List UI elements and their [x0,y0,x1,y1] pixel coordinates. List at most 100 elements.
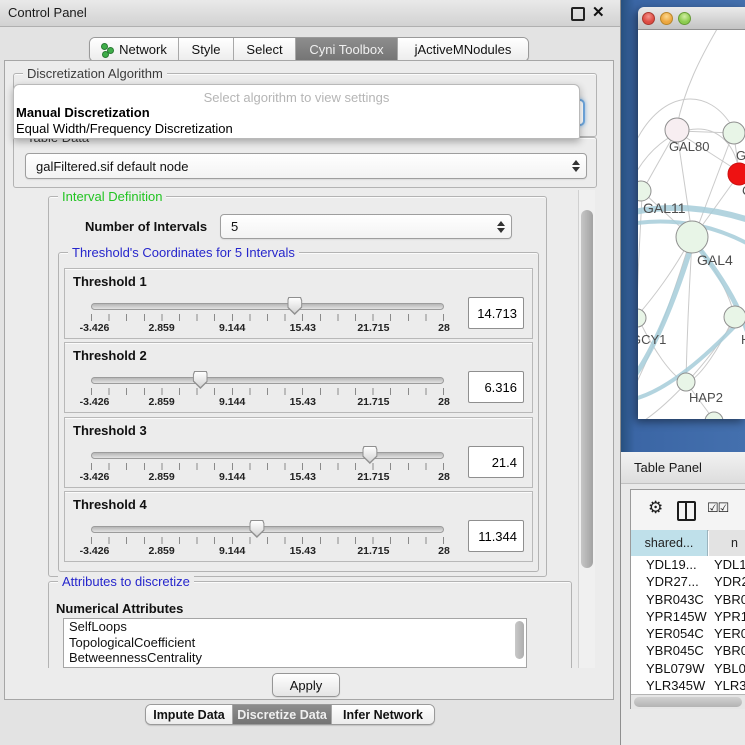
right-pane: GAL80 GA C GAL11 GAL4 GCY1 H HAP2 Table … [620,0,745,745]
control-panel-titlebar: Control Panel ✕ [0,0,620,27]
table-horizontal-scrollbar[interactable] [631,694,745,709]
algorithm-dropdown-popup: Select algorithm to view settings Manual… [13,84,580,139]
column-header-shared-name[interactable]: shared... [631,530,708,556]
gear-icon[interactable]: ⚙ [648,498,663,518]
number-of-intervals-value: 5 [231,219,238,234]
table-row[interactable]: YPR145WYPR1 [631,608,745,625]
threshold-4-box: Threshold 4 -3.4262.8599.14415.4321.7152… [64,491,533,562]
numerical-attributes-list[interactable]: SelfLoops TopologicalCoefficient Between… [63,618,527,668]
table-toolbar: ⚙ ☑☑ [631,490,745,531]
control-panel-window: Control Panel ✕ Network Style Select Cyn… [0,0,620,745]
slider-axis: -3.4262.8599.14415.4321.71528 [91,322,444,333]
node-label-gal11: GAL11 [643,200,686,216]
threshold-4-value-field[interactable]: 11.344 [468,520,524,552]
table-row[interactable]: YLR345WYLR3 [631,677,745,694]
table-row[interactable]: YBR043CYBR0 [631,591,745,608]
node-gal4 [676,221,708,253]
node-label-gal4: GAL4 [697,252,733,268]
column-header-name[interactable]: n [709,530,745,556]
table-data-group: Table Data galFiltered.sif default node [13,137,597,188]
table-row[interactable]: YBL079WYBL0 [631,660,745,677]
table-panel: Table Panel ⚙ ☑☑ shared... n YDL19...YDL… [621,452,745,745]
panel-scrollbar-thumb[interactable] [581,210,593,568]
node-gcy1 [638,309,646,327]
node-label-hap2: HAP2 [689,390,723,405]
table-data-value: galFiltered.sif default node [36,159,188,174]
menu-item-manual-discretization[interactable]: Manual Discretization [16,105,150,120]
tab-jactivemnodules[interactable]: jActiveMNodules [398,38,528,61]
tab-infer-network[interactable]: Infer Network [332,705,434,724]
tab-impute-data[interactable]: Impute Data [146,705,233,724]
list-item[interactable]: SelfLoops [64,619,526,635]
tab-select[interactable]: Select [234,38,296,61]
discretization-algorithm-group-title: Discretization Algorithm [23,66,167,81]
slider-thumb[interactable] [193,371,208,389]
table-panel-title: Table Panel [634,460,702,475]
tab-cyni-toolbox[interactable]: Cyni Toolbox [296,38,398,61]
thresholds-group-title: Threshold's Coordinates for 5 Intervals [68,245,299,260]
close-icon[interactable]: ✕ [592,3,605,21]
close-traffic-light-icon[interactable] [642,12,655,25]
network-graph: GAL80 GA C GAL11 GAL4 GCY1 H HAP2 [638,30,745,419]
number-of-intervals-combobox[interactable]: 5 [220,214,512,239]
threshold-2-box: Threshold 2 -3.4262.8599.14415.4321.7152… [64,342,533,413]
node-label-gal80: GAL80 [669,139,709,154]
threshold-1-value-field[interactable]: 14.713 [468,297,524,329]
threshold-3-slider[interactable]: -3.4262.8599.14415.4321.71528 [91,448,444,482]
threshold-2-value-field[interactable]: 6.316 [468,371,524,403]
spinner-icon [572,160,580,172]
table-row[interactable]: YER054CYER0 [631,625,745,642]
slider-axis: -3.4262.8599.14415.4321.71528 [91,471,444,482]
menu-item-equal-width-frequency[interactable]: Equal Width/Frequency Discretization [16,121,233,136]
table-header-row: shared... n [631,530,745,557]
attributes-group-title: Attributes to discretize [58,574,194,589]
node-red [728,163,745,185]
list-scrollbar[interactable] [515,621,524,659]
number-of-intervals-label: Number of Intervals [85,219,207,234]
node-hap2 [677,373,695,391]
threshold-2-slider[interactable]: -3.4262.8599.14415.4321.71528 [91,373,444,407]
float-window-icon[interactable] [571,7,585,21]
table-data-combobox[interactable]: galFiltered.sif default node [25,153,587,179]
select-columns-icon[interactable]: ☑☑ [707,500,728,516]
threshold-3-value-field[interactable]: 21.4 [468,446,524,478]
node-label-gcy1: GCY1 [638,332,666,347]
network-desktop: GAL80 GA C GAL11 GAL4 GCY1 H HAP2 [621,0,745,452]
tab-discretize-data[interactable]: Discretize Data [233,705,332,724]
threshold-1-box: Threshold 1 -3.4262.8599.14415.4321.7152… [64,268,533,339]
numerical-attributes-label: Numerical Attributes [56,601,183,616]
tab-style[interactable]: Style [179,38,234,61]
spinner-icon [497,221,505,233]
apply-row: Apply [5,668,609,699]
table-horizontal-scrollbar-thumb[interactable] [634,697,742,707]
table-row[interactable]: YDR27...YDR2 [631,573,745,590]
panel-scrollbar[interactable] [578,190,595,668]
table-row[interactable]: YBR045CYBR0 [631,642,745,659]
slider-thumb[interactable] [287,297,302,315]
bottom-tab-bar: Impute Data Discretize Data Infer Networ… [145,704,435,725]
minimize-traffic-light-icon[interactable] [660,12,673,25]
node-green [723,122,745,144]
threshold-1-slider[interactable]: -3.4262.8599.14415.4321.71528 [91,299,444,333]
table-panel-titlebar: Table Panel [621,452,745,484]
network-view-window: GAL80 GA C GAL11 GAL4 GCY1 H HAP2 [638,7,745,419]
node-h [724,306,745,328]
node-table: ⚙ ☑☑ shared... n YDL19...YDL1 YDR27...YD… [630,489,745,709]
slider-thumb[interactable] [362,446,377,464]
table-row[interactable]: YDL19...YDL1 [631,556,745,573]
apply-button[interactable]: Apply [272,673,340,697]
threshold-4-slider[interactable]: -3.4262.8599.14415.4321.71528 [91,522,444,556]
list-item[interactable]: BetweennessCentrality [64,650,526,666]
window-title: Control Panel [8,5,87,20]
network-canvas[interactable]: GAL80 GA C GAL11 GAL4 GCY1 H HAP2 [638,30,745,419]
slider-axis: -3.4262.8599.14415.4321.71528 [91,545,444,556]
node-label-gal-clipped: GA [736,148,745,163]
table-body[interactable]: YDL19...YDL1 YDR27...YDR2 YBR043CYBR0 YP… [631,556,745,694]
slider-thumb[interactable] [249,520,264,538]
top-tab-bar: Network Style Select Cyni Toolbox jActiv… [89,37,529,62]
list-item[interactable]: TopologicalCoefficient [64,635,526,651]
split-columns-icon[interactable] [677,501,696,521]
tab-network[interactable]: Network [90,38,179,61]
zoom-traffic-light-icon[interactable] [678,12,691,25]
network-window-titlebar [638,7,745,30]
